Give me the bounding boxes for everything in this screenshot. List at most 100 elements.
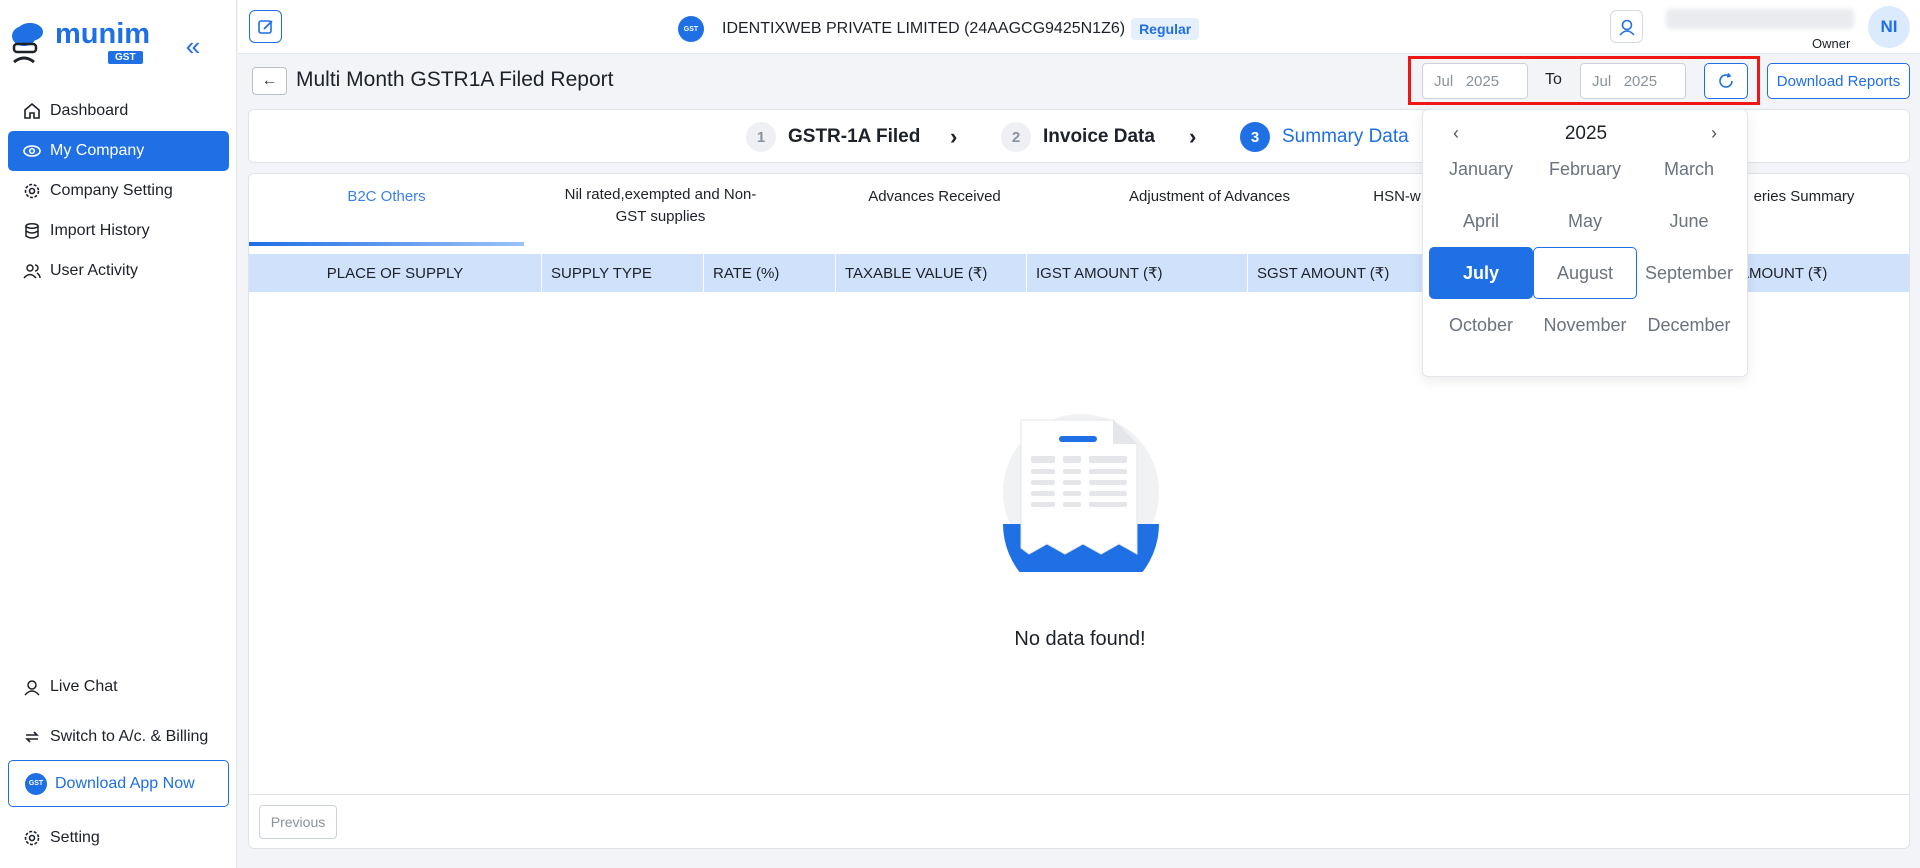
sidebar-item-company-setting[interactable]: Company Setting (8, 171, 229, 211)
user-role: Owner (1812, 36, 1851, 51)
refresh-button[interactable] (1704, 63, 1748, 99)
step-number: 3 (1240, 122, 1270, 152)
tab-b2c-others[interactable]: B2C Others (249, 186, 524, 208)
to-year: 2025 (1623, 72, 1658, 90)
sidebar: munim GST « Dashboard My Company Company… (0, 0, 237, 868)
download-reports-button[interactable]: Download Reports (1767, 63, 1910, 99)
previous-button[interactable]: Previous (259, 805, 337, 839)
col-sgst-amount: SGST AMOUNT (₹) (1248, 254, 1423, 292)
to-month: Jul (1592, 72, 1612, 90)
month-july[interactable]: July (1429, 247, 1533, 299)
month-february[interactable]: February (1533, 143, 1637, 195)
database-icon (22, 221, 42, 241)
step-invoice-data[interactable]: 2 Invoice Data (1001, 122, 1155, 152)
sidebar-item-user-activity[interactable]: User Activity (8, 251, 229, 291)
download-app-button[interactable]: GST Download App Now (8, 760, 229, 807)
gst-icon: GST (25, 772, 47, 795)
users-icon (22, 261, 42, 281)
tab-adjustment-of-advances[interactable]: Adjustment of Advances (1072, 186, 1347, 208)
download-app-label: Download App Now (55, 774, 195, 792)
month-september[interactable]: September (1637, 247, 1741, 299)
month-january[interactable]: January (1429, 143, 1533, 195)
sidebar-item-label: Dashboard (50, 102, 129, 119)
sidebar-item-my-company[interactable]: My Company (8, 131, 229, 171)
next-year-icon[interactable]: › (1711, 123, 1717, 144)
month-may[interactable]: May (1533, 195, 1637, 247)
setting-nav: Setting (8, 818, 229, 858)
sidebar-item-label: My Company (50, 142, 145, 159)
empty-state-illustration (1001, 412, 1161, 602)
col-rate: RATE (%) (704, 254, 836, 292)
month-april[interactable]: April (1429, 195, 1533, 247)
support-agent-icon[interactable] (1610, 10, 1643, 43)
col-place-of-supply: PLACE OF SUPPLY (249, 254, 542, 292)
col-amount: AMOUNT (₹) (1739, 265, 1828, 282)
top-bar: GST IDENTIXWEB PRIVATE LIMITED (24AAGCG9… (238, 0, 1920, 54)
switch-nav: Switch to A/c. & Billing (8, 717, 229, 757)
month-august[interactable]: August (1533, 247, 1637, 299)
to-month-input[interactable]: Jul 2025 (1580, 63, 1686, 99)
collapse-sidebar-icon[interactable]: « (178, 32, 208, 62)
setting-label: Setting (50, 829, 100, 846)
active-tab-indicator (249, 242, 524, 246)
bottom-nav: Live Chat (8, 667, 229, 707)
logo-sub: GST (108, 51, 143, 64)
refresh-icon (1719, 73, 1733, 88)
gear-icon (22, 828, 42, 848)
munim-logo[interactable]: munim GST (10, 14, 160, 70)
sidebar-item-label: Company Setting (50, 182, 173, 199)
sidebar-item-label: Import History (50, 222, 150, 239)
switch-billing-button[interactable]: Switch to A/c. & Billing (8, 717, 229, 757)
sidebar-item-setting[interactable]: Setting (8, 818, 229, 858)
switch-billing-label: Switch to A/c. & Billing (50, 728, 209, 745)
step-summary-data[interactable]: 3 Summary Data (1240, 122, 1409, 152)
col-supply-type: SUPPLY TYPE (542, 254, 704, 292)
month-june[interactable]: June (1637, 195, 1741, 247)
gear-icon (22, 181, 42, 201)
back-button[interactable]: ← (252, 67, 287, 95)
sidebar-item-dashboard[interactable]: Dashboard (8, 91, 229, 131)
page-title: Multi Month GSTR1A Filed Report (296, 68, 614, 91)
switch-icon (22, 727, 42, 747)
step-number: 2 (1001, 122, 1031, 152)
edit-note-icon[interactable] (249, 10, 282, 43)
from-month-input[interactable]: Jul 2025 (1422, 63, 1528, 99)
col-igst-amount: IGST AMOUNT (₹) (1027, 254, 1248, 292)
sidebar-nav: Dashboard My Company Company Setting Imp… (8, 91, 229, 291)
live-chat-label: Live Chat (50, 678, 118, 695)
month-picker: ‹ 2025 › January February March April Ma… (1422, 109, 1748, 377)
sidebar-item-label: User Activity (50, 262, 139, 279)
chevron-right-icon: › (1189, 124, 1197, 149)
arrow-left-icon: ← (261, 72, 278, 89)
gst-logo-icon: GST (678, 16, 704, 42)
col-taxable-value: TAXABLE VALUE (₹) (836, 254, 1027, 292)
from-month: Jul (1434, 72, 1454, 90)
tab-nil-rated[interactable]: Nil rated,exempted and Non-GST supplies (524, 184, 797, 228)
tab-document-series-summary[interactable]: eries Summary (1729, 186, 1879, 208)
chevron-right-icon: › (950, 124, 958, 149)
picker-year: 2025 (1564, 123, 1608, 144)
step-label: GSTR-1A Filed (788, 126, 921, 147)
sidebar-item-import-history[interactable]: Import History (8, 211, 229, 251)
step-number: 1 (746, 122, 776, 152)
step-label: Summary Data (1282, 126, 1409, 147)
to-label: To (1545, 71, 1562, 88)
company-info: GST IDENTIXWEB PRIVATE LIMITED (24AAGCG9… (678, 16, 1200, 42)
empty-state-message: No data found! (1014, 628, 1146, 650)
user-name-blurred (1666, 9, 1854, 29)
home-icon (22, 101, 42, 121)
avatar[interactable]: NI (1868, 6, 1910, 48)
step-label: Invoice Data (1043, 126, 1155, 147)
step-gstr1a-filed[interactable]: 1 GSTR-1A Filed (746, 122, 920, 152)
month-march[interactable]: March (1637, 143, 1741, 195)
month-december[interactable]: December (1637, 299, 1741, 351)
tab-advances-received[interactable]: Advances Received (797, 186, 1072, 208)
live-chat-button[interactable]: Live Chat (8, 667, 229, 707)
divider (249, 794, 1909, 795)
month-october[interactable]: October (1429, 299, 1533, 351)
eye-icon (22, 141, 42, 161)
status-badge: Regular (1131, 18, 1200, 40)
logo-text: munim (55, 18, 151, 50)
month-november[interactable]: November (1533, 299, 1637, 351)
from-year: 2025 (1465, 72, 1500, 90)
